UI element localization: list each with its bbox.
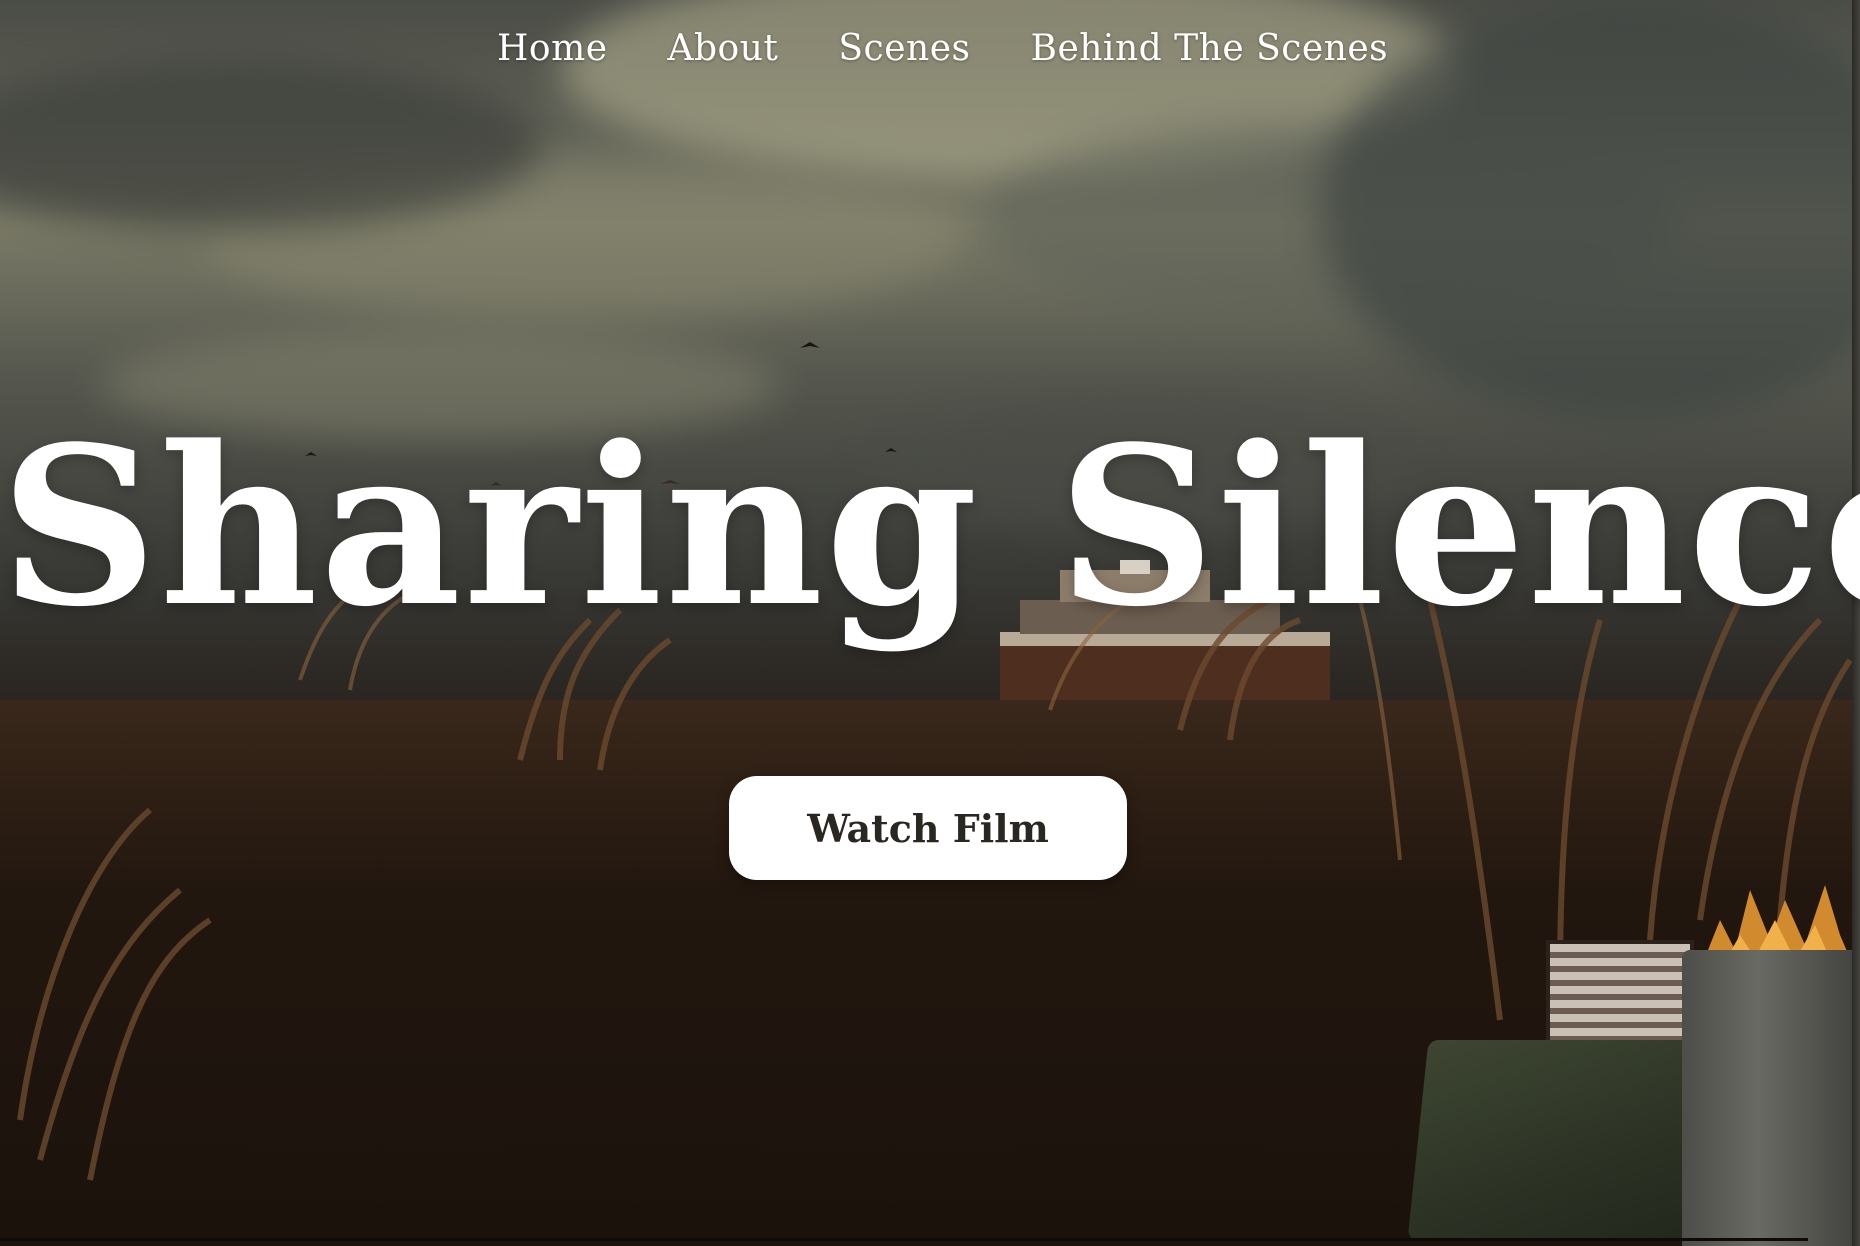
watch-film-button[interactable]: Watch Film — [729, 776, 1127, 880]
barrel-illustration — [1682, 950, 1860, 1246]
nav-link-about[interactable]: About — [668, 28, 779, 69]
nav-link-behind-the-scenes[interactable]: Behind The Scenes — [1030, 28, 1388, 69]
main-navigation: Home About Scenes Behind The Scenes — [497, 28, 1388, 69]
nav-link-home[interactable]: Home — [497, 28, 608, 69]
crate-illustration — [1407, 1040, 1709, 1240]
frame-bottom-line — [0, 1238, 1808, 1241]
nav-link-scenes[interactable]: Scenes — [838, 28, 970, 69]
hero-title: Sharing Silence — [0, 399, 1860, 655]
hero-section: Home About Scenes Behind The Scenes Shar… — [0, 0, 1860, 1246]
